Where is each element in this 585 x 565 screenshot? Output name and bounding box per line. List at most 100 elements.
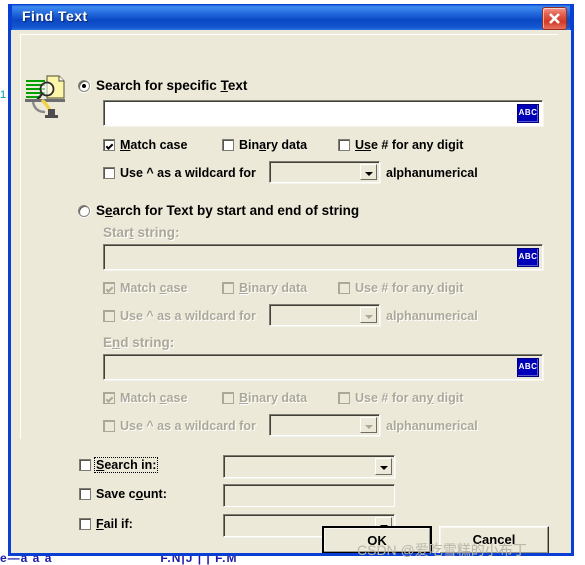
abc-button-end-string[interactable]: ABC <box>517 358 539 377</box>
label-wildcard-suffix-start: alphanumerical <box>386 309 478 323</box>
label-hash-any-digit-start: Use # for any digit <box>355 281 463 295</box>
label-part-accel: B <box>239 281 249 295</box>
label-part-post: ail if: <box>103 517 133 531</box>
label-save-count: Save count: <box>96 487 167 501</box>
chevron-down-icon[interactable] <box>360 417 377 433</box>
label-part-post: digit <box>433 391 464 405</box>
label-part-accel: Us <box>355 138 371 152</box>
checkbox-hash-any-digit-specific[interactable] <box>338 139 350 151</box>
label-part-pre: Use # for an <box>355 391 427 405</box>
label-part-post: inary data <box>248 391 308 405</box>
checkbox-binary-data-start[interactable] <box>222 282 234 294</box>
radio-search-start-end[interactable] <box>78 205 90 217</box>
label-search-specific-text: Search for specific Text <box>96 79 247 93</box>
label-search-in: Search in: <box>94 457 159 473</box>
chevron-down-icon[interactable] <box>375 458 392 475</box>
label-part-pre: Search for specific <box>96 78 221 93</box>
find-text-icon <box>23 73 69 119</box>
checkbox-wildcard-end[interactable] <box>103 420 115 432</box>
label-part-accel: T <box>220 78 228 93</box>
label-start-string: Start string: <box>103 226 180 240</box>
checkbox-binary-data-end[interactable] <box>222 392 234 404</box>
chevron-down-icon[interactable] <box>360 164 377 180</box>
label-wildcard-specific: Use ^ as a wildcard for <box>120 166 256 180</box>
label-part-post: ase <box>166 391 188 405</box>
label-part-post: d string: <box>120 335 175 350</box>
label-wildcard-suffix-end: alphanumerical <box>386 419 478 433</box>
label-part-post: e # for any digit <box>370 138 464 152</box>
label-part-accel: c <box>159 391 167 405</box>
checkbox-binary-data-specific[interactable] <box>222 139 234 151</box>
label-part-accel: F <box>96 517 104 531</box>
label-part-post: inary data <box>248 281 308 295</box>
combo-wildcard-start[interactable] <box>269 304 380 326</box>
label-part-pre: Match <box>120 281 160 295</box>
label-search-start-end: Search for Text by start and end of stri… <box>96 204 359 218</box>
label-part-accel: y <box>426 391 434 405</box>
label-part-accel: e <box>105 203 113 218</box>
label-binary-data-end: Binary data <box>239 391 307 405</box>
checkbox-hash-any-digit-start[interactable] <box>338 282 350 294</box>
label-part-post: ase <box>166 281 188 295</box>
radio-search-specific-text[interactable] <box>78 80 90 92</box>
label-part-accel: y <box>426 281 434 295</box>
label-part-post: unt: <box>143 487 167 501</box>
find-text-dialog: Find Text Search for specific Text ABC M… <box>8 4 574 556</box>
label-binary-data-specific: Binary data <box>239 138 307 152</box>
label-match-case-end: Match case <box>120 391 187 405</box>
checkbox-fail-if[interactable] <box>79 518 91 530</box>
checkbox-match-case-specific[interactable] <box>103 139 115 151</box>
label-wildcard-start: Use ^ as a wildcard for <box>120 309 256 323</box>
ok-button[interactable]: OK <box>322 526 432 553</box>
checkbox-hash-any-digit-end[interactable] <box>338 392 350 404</box>
combo-wildcard-end[interactable] <box>269 414 380 436</box>
label-part-post: digit <box>433 281 464 295</box>
background-left-mark: 1 <box>0 89 7 101</box>
label-binary-data-start: Binary data <box>239 281 307 295</box>
label-fail-if: Fail if: <box>96 517 133 531</box>
label-part-pre: Match <box>120 391 160 405</box>
end-string-input[interactable]: ABC <box>103 354 543 380</box>
combo-search-in[interactable] <box>223 455 395 478</box>
abc-button-start-string[interactable]: ABC <box>517 248 539 267</box>
window-title: Find Text <box>22 8 88 24</box>
label-hash-any-digit-end: Use # for any digit <box>355 391 463 405</box>
label-hash-any-digit-specific: Use # for any digit <box>355 138 463 152</box>
combo-wildcard-specific[interactable] <box>269 161 380 183</box>
abc-button-specific[interactable]: ABC <box>517 104 539 123</box>
label-part-pre: S <box>96 203 106 218</box>
label-part-post: ry data <box>266 138 308 152</box>
label-part-post: arch for Text by start and end of string <box>112 203 360 218</box>
start-string-input[interactable]: ABC <box>103 244 543 270</box>
label-end-string: End string: <box>103 336 174 350</box>
label-part-post: earch in: <box>104 458 157 472</box>
checkbox-match-case-start[interactable] <box>103 282 115 294</box>
label-match-case-specific: Match case <box>120 138 187 152</box>
chevron-down-icon[interactable] <box>360 307 377 323</box>
dialog-client-area: Search for specific Text ABC Match case … <box>11 30 571 553</box>
label-match-case-start: Match case <box>120 281 187 295</box>
label-part-pre: Star <box>103 225 130 240</box>
checkbox-save-count[interactable] <box>79 488 91 500</box>
search-text-input[interactable]: ABC <box>103 100 543 126</box>
label-part-post: atch case <box>130 138 188 152</box>
close-icon[interactable] <box>542 7 567 30</box>
checkbox-wildcard-specific[interactable] <box>103 167 115 179</box>
label-part-pre: Use # for an <box>355 281 427 295</box>
checkbox-search-in[interactable] <box>79 459 91 471</box>
label-part-accel: B <box>239 391 249 405</box>
cancel-button[interactable]: Cancel <box>439 526 549 553</box>
label-wildcard-suffix-specific: alphanumerical <box>386 166 478 180</box>
label-part-accel: c <box>159 281 167 295</box>
label-part-pre: E <box>103 335 113 350</box>
checkbox-match-case-end[interactable] <box>103 392 115 404</box>
label-wildcard-end: Use ^ as a wildcard for <box>120 419 256 433</box>
checkbox-wildcard-start[interactable] <box>103 310 115 322</box>
label-part-post: ext <box>227 78 248 93</box>
label-part-accel: M <box>120 138 131 152</box>
label-part-post: string: <box>133 225 180 240</box>
input-save-count[interactable] <box>223 484 395 507</box>
title-bar[interactable]: Find Text <box>11 4 571 30</box>
label-part-pre: Bin <box>239 138 260 152</box>
label-part-pre: Save c <box>96 487 136 501</box>
